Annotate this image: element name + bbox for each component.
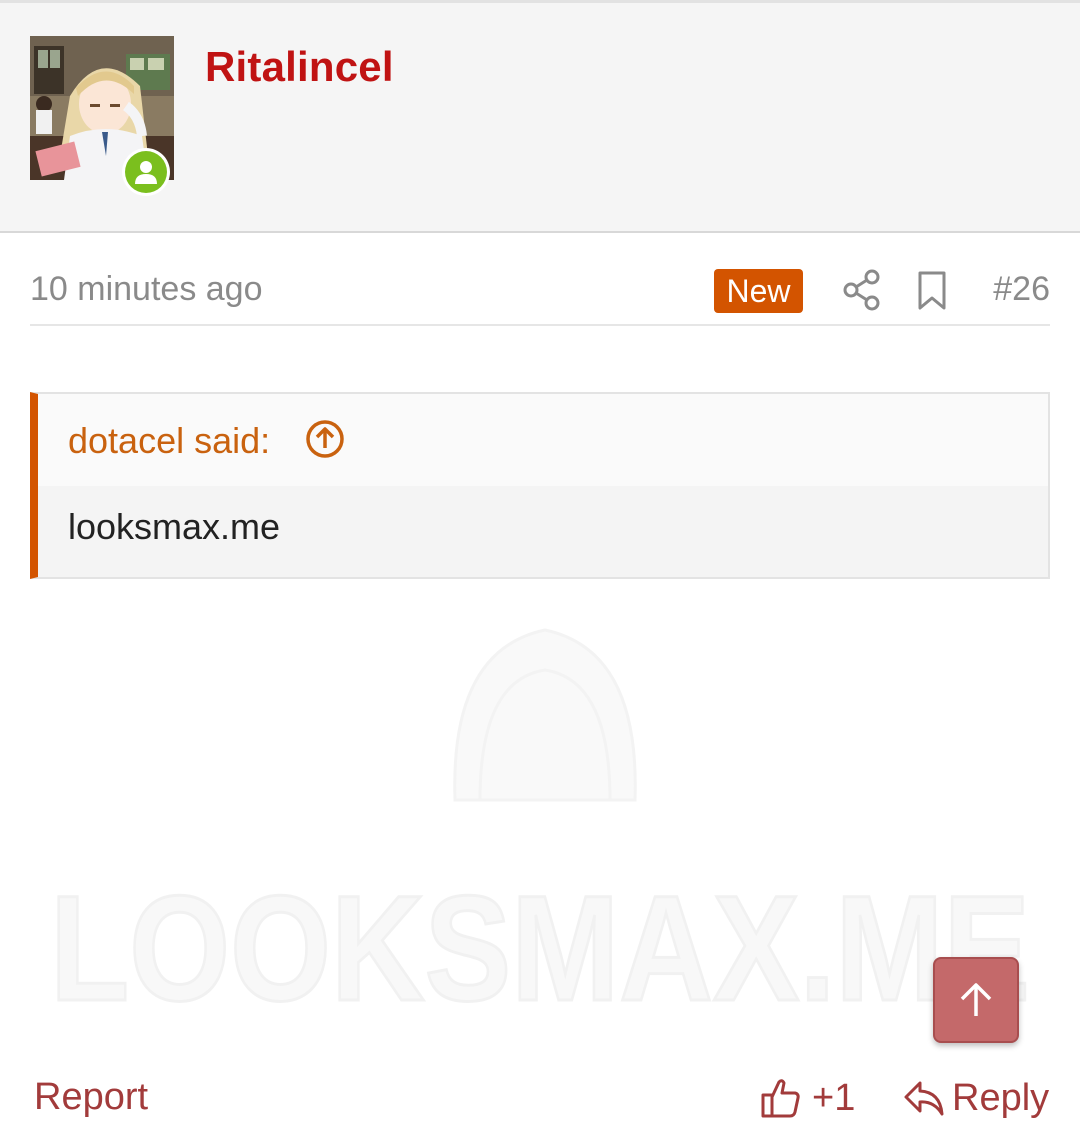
user-header: Ritalincel xyxy=(0,0,1080,233)
post-number-link[interactable]: #26 xyxy=(993,270,1050,309)
share-icon[interactable] xyxy=(842,268,882,317)
username-link[interactable]: Ritalincel xyxy=(205,43,394,91)
arrow-up-icon xyxy=(960,983,992,1016)
bookmark-icon[interactable] xyxy=(916,270,948,317)
post-meta-row: 10 minutes ago New #26 xyxy=(30,262,1050,326)
new-badge: New xyxy=(714,269,803,313)
reply-label: Reply xyxy=(952,1076,1050,1119)
reply-arrow-icon xyxy=(904,1081,944,1116)
watermark-text: LOOKSMAX.ME xyxy=(50,864,1030,1030)
quote-author-link[interactable]: dotacel said: xyxy=(68,420,270,462)
quote-body: looksmax.me xyxy=(38,486,1048,577)
post-container: Ritalincel 10 minutes ago New #26 dotace… xyxy=(0,0,1080,1131)
reply-button[interactable]: Reply xyxy=(902,1074,1049,1122)
thumbs-up-icon xyxy=(761,1079,800,1118)
site-watermark: LOOKSMAX.ME xyxy=(49,628,1032,1030)
like-button[interactable]: +1 xyxy=(760,1074,855,1122)
online-status-badge xyxy=(122,148,170,196)
quote-block: dotacel said: looksmax.me xyxy=(30,392,1050,579)
quote-header: dotacel said: xyxy=(38,394,1048,486)
post-timestamp[interactable]: 10 minutes ago xyxy=(30,270,263,309)
arrow-up-circle-icon[interactable] xyxy=(304,418,346,465)
report-link[interactable]: Report xyxy=(34,1076,148,1119)
scroll-to-top-button[interactable] xyxy=(933,957,1019,1043)
like-count[interactable]: +1 xyxy=(812,1077,855,1120)
quote-text: looksmax.me xyxy=(68,506,281,547)
user-online-icon xyxy=(125,151,167,193)
